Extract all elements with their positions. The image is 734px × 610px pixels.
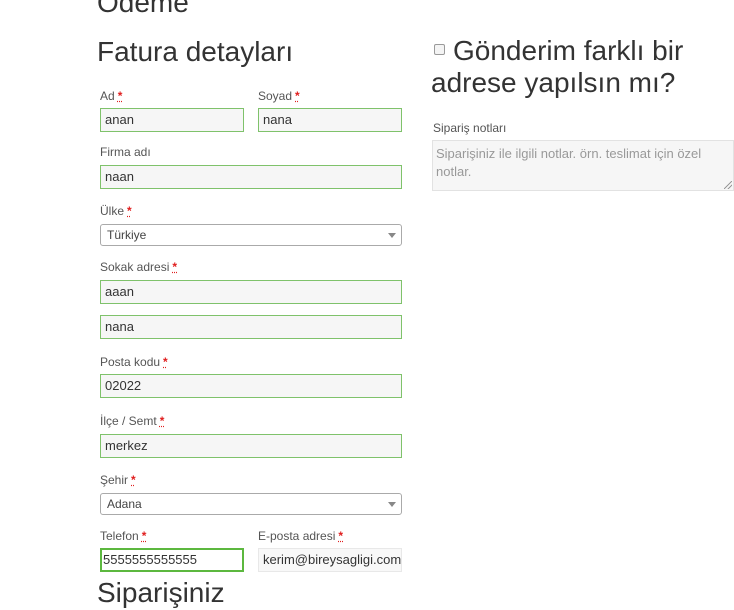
street-address-line2-field[interactable]: nana bbox=[100, 315, 402, 339]
required-mark: * bbox=[141, 529, 147, 543]
required-mark: * bbox=[127, 204, 132, 218]
required-mark: * bbox=[338, 529, 344, 543]
order-notes-placeholder: Siparişiniz ile ilgili notlar. örn. tesl… bbox=[436, 146, 702, 179]
phone-field[interactable]: 5555555555555 bbox=[100, 548, 244, 572]
email-field[interactable]: kerim@bireysagligi.com bbox=[258, 548, 402, 572]
postcode-label: Posta kodu * bbox=[100, 355, 168, 369]
country-label: Ülke * bbox=[100, 204, 132, 218]
required-mark: * bbox=[295, 89, 300, 103]
phone-label: Telefon * bbox=[100, 529, 147, 543]
required-mark: * bbox=[172, 260, 178, 274]
ship-different-checkbox[interactable] bbox=[434, 44, 445, 56]
city-select-value: Adana bbox=[107, 497, 142, 511]
postcode-field[interactable]: 02022 bbox=[100, 374, 402, 398]
city-select[interactable]: Adana bbox=[100, 493, 402, 515]
first-name-field[interactable]: anan bbox=[100, 108, 244, 132]
chevron-down-icon bbox=[388, 233, 396, 238]
company-field[interactable]: naan bbox=[100, 165, 402, 189]
company-label: Firma adı bbox=[100, 145, 151, 159]
district-field[interactable]: merkez bbox=[100, 434, 402, 458]
street-label: Sokak adresi * bbox=[100, 260, 178, 274]
resize-grip-icon[interactable] bbox=[724, 181, 732, 189]
order-notes-label: Sipariş notları bbox=[433, 121, 507, 135]
page-heading: Ödeme bbox=[97, 0, 189, 18]
billing-details-title: Fatura detayları bbox=[97, 36, 294, 67]
required-mark: * bbox=[159, 414, 165, 428]
order-notes-textarea[interactable]: Siparişiniz ile ilgili notlar. örn. tesl… bbox=[432, 140, 734, 191]
required-mark: * bbox=[131, 473, 136, 487]
last-name-label: Soyad * bbox=[258, 89, 300, 103]
required-mark: * bbox=[117, 89, 123, 103]
order-summary-heading: Siparişiniz bbox=[97, 577, 225, 608]
email-label: E-posta adresi * bbox=[258, 529, 344, 543]
last-name-field[interactable]: nana bbox=[258, 108, 402, 132]
chevron-down-icon bbox=[388, 502, 396, 507]
ship-different-label: Gönderim farklı bir adrese yapılsın mı? bbox=[431, 35, 684, 98]
country-select-value: Türkiye bbox=[107, 228, 147, 242]
ship-to-different-address[interactable]: Gönderim farklı bir adrese yapılsın mı? bbox=[431, 35, 731, 99]
city-label: Şehir * bbox=[100, 473, 136, 487]
required-mark: * bbox=[163, 355, 168, 369]
street-address-line1-field[interactable]: aaan bbox=[100, 280, 402, 304]
country-select[interactable]: Türkiye bbox=[100, 224, 402, 246]
district-label: İlçe / Semt * bbox=[100, 414, 165, 428]
first-name-label: Ad * bbox=[100, 89, 123, 103]
